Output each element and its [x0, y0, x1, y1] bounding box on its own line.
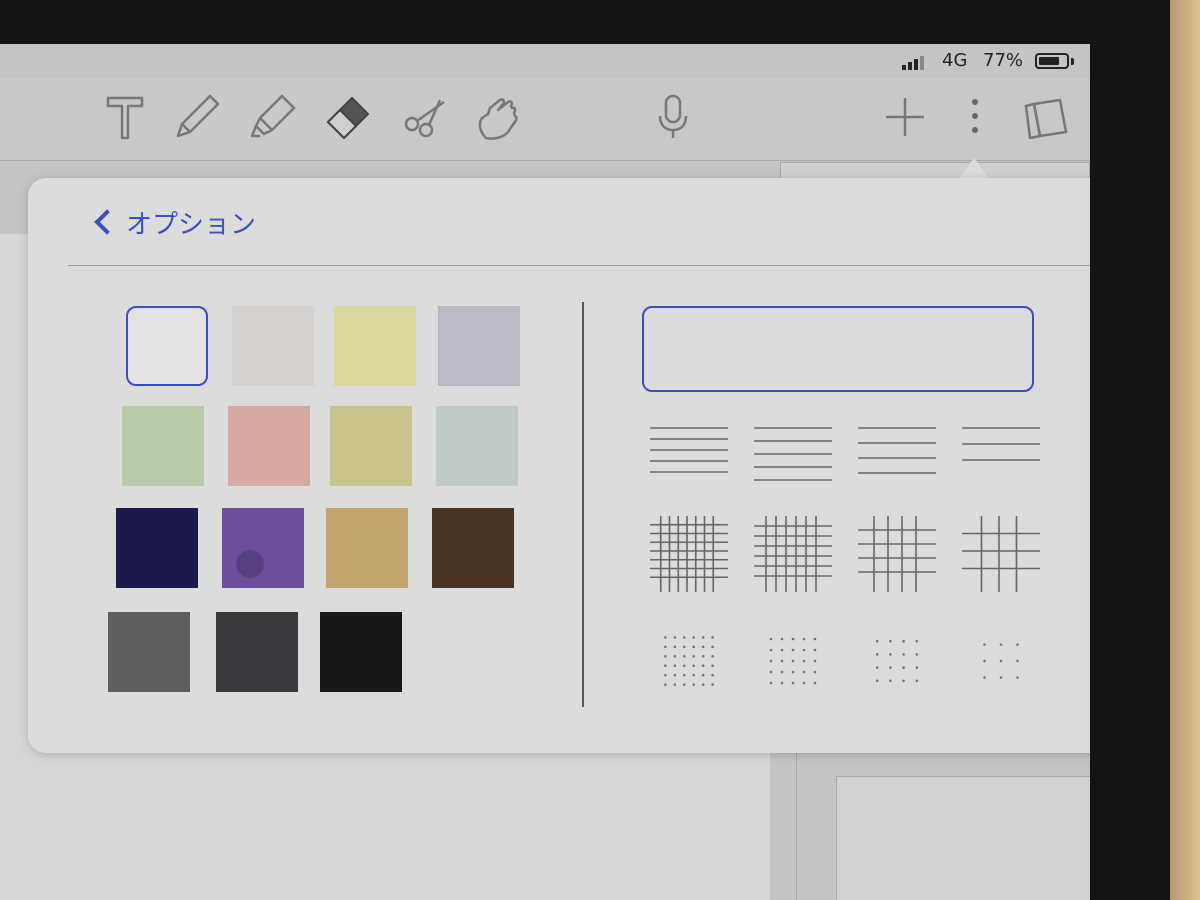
chevron-left-icon: [94, 209, 120, 235]
device-bezel-top: [0, 0, 1200, 44]
popover-header: オプション: [68, 178, 1090, 266]
microphone-button[interactable]: [644, 88, 702, 146]
touch-indicator: [236, 550, 264, 578]
adjacent-page: [836, 776, 1090, 900]
popover-arrow: [958, 158, 990, 180]
desk-surface: [1170, 0, 1200, 900]
device-bezel-right: [1090, 0, 1170, 900]
color-swatch-charcoal[interactable]: [216, 612, 298, 692]
lasso-tool-button[interactable]: [396, 88, 454, 146]
color-swatch-purple[interactable]: [222, 508, 304, 588]
grid-paper-icon: [754, 516, 832, 592]
grid-paper-icon: [650, 516, 728, 592]
battery-icon: [1035, 53, 1069, 69]
text-t-icon: [106, 96, 144, 140]
battery-tip: [1071, 58, 1074, 65]
paper-style-lined-medium[interactable]: [752, 414, 834, 498]
paper-style-grid-small[interactable]: [648, 512, 730, 596]
grid-paper-icon: [962, 516, 1040, 592]
pointing-hand-icon: [478, 98, 518, 140]
eraser-icon: [327, 97, 369, 139]
dotted-paper-icon: [983, 643, 1019, 679]
color-swatch-lavender-grey[interactable]: [438, 306, 520, 386]
paper-style-lined-wide[interactable]: [856, 414, 938, 498]
color-swatch-kraft[interactable]: [326, 508, 408, 588]
paper-template-popover: オプション: [28, 178, 1090, 753]
paper-style-dots-extra-large[interactable]: [960, 624, 1042, 708]
microphone-icon: [658, 94, 688, 138]
pages-icon: [1024, 98, 1068, 140]
plus-icon: [886, 98, 924, 136]
paper-style-lined-extra-wide[interactable]: [960, 414, 1042, 498]
grid-paper-icon: [858, 516, 936, 592]
color-swatch-mint-grey[interactable]: [436, 406, 518, 486]
color-swatch-olive-beige[interactable]: [330, 406, 412, 486]
battery-percentage: 77%: [983, 50, 1024, 71]
vertical-divider: [582, 302, 584, 707]
page-overview-button[interactable]: [1016, 88, 1074, 146]
back-button-label: オプション: [126, 209, 257, 240]
pen-tool-button[interactable]: [168, 88, 226, 146]
highlighter-tool-button[interactable]: [244, 88, 302, 146]
scissors-icon: [404, 99, 445, 138]
add-page-button[interactable]: [876, 88, 934, 146]
paper-style-lined-narrow[interactable]: [648, 414, 730, 498]
network-type: 4G: [942, 50, 968, 71]
color-swatch-navy[interactable]: [116, 508, 198, 588]
pen-icon: [176, 94, 220, 138]
paper-style-blank[interactable]: [642, 306, 1034, 392]
toolbar: [0, 78, 1090, 161]
hand-tool-button[interactable]: [468, 88, 526, 146]
color-swatch-pale-green[interactable]: [122, 406, 204, 486]
color-swatch-light-grey[interactable]: [232, 306, 314, 386]
color-swatch-grey[interactable]: [108, 612, 190, 692]
color-swatch-white[interactable]: [126, 306, 208, 386]
more-options-button[interactable]: [946, 88, 1004, 146]
paper-style-grid-extra-large[interactable]: [960, 512, 1042, 596]
dotted-paper-icon: [875, 639, 919, 683]
paper-style-dots-large[interactable]: [856, 624, 938, 708]
color-swatch-pale-yellow[interactable]: [334, 306, 416, 386]
lined-paper-icon: [650, 427, 728, 473]
lined-paper-icon: [858, 427, 936, 474]
highlighter-icon: [250, 94, 296, 138]
paper-style-dots-medium[interactable]: [752, 624, 834, 708]
lined-paper-icon: [754, 427, 832, 481]
dotted-paper-icon: [664, 636, 714, 686]
color-swatch-dark-brown[interactable]: [432, 508, 514, 588]
page-divider: [796, 744, 797, 900]
color-swatch-black[interactable]: [320, 612, 402, 692]
back-button[interactable]: オプション: [94, 202, 256, 242]
cellular-signal-icon: [902, 56, 930, 70]
text-tool-button[interactable]: [96, 88, 154, 146]
eraser-tool-button[interactable]: [318, 88, 376, 146]
status-bar: 4G 77%: [0, 44, 1090, 78]
paper-style-grid-medium[interactable]: [752, 512, 834, 596]
paper-style-dots-small[interactable]: [648, 624, 730, 708]
color-swatch-pink[interactable]: [228, 406, 310, 486]
dotted-paper-icon: [769, 637, 817, 685]
lined-paper-icon: [962, 427, 1040, 461]
paper-style-grid-large[interactable]: [856, 512, 938, 596]
tablet-screen: 4G 77% オプション: [0, 44, 1090, 900]
vertical-ellipsis-icon: [972, 99, 978, 133]
